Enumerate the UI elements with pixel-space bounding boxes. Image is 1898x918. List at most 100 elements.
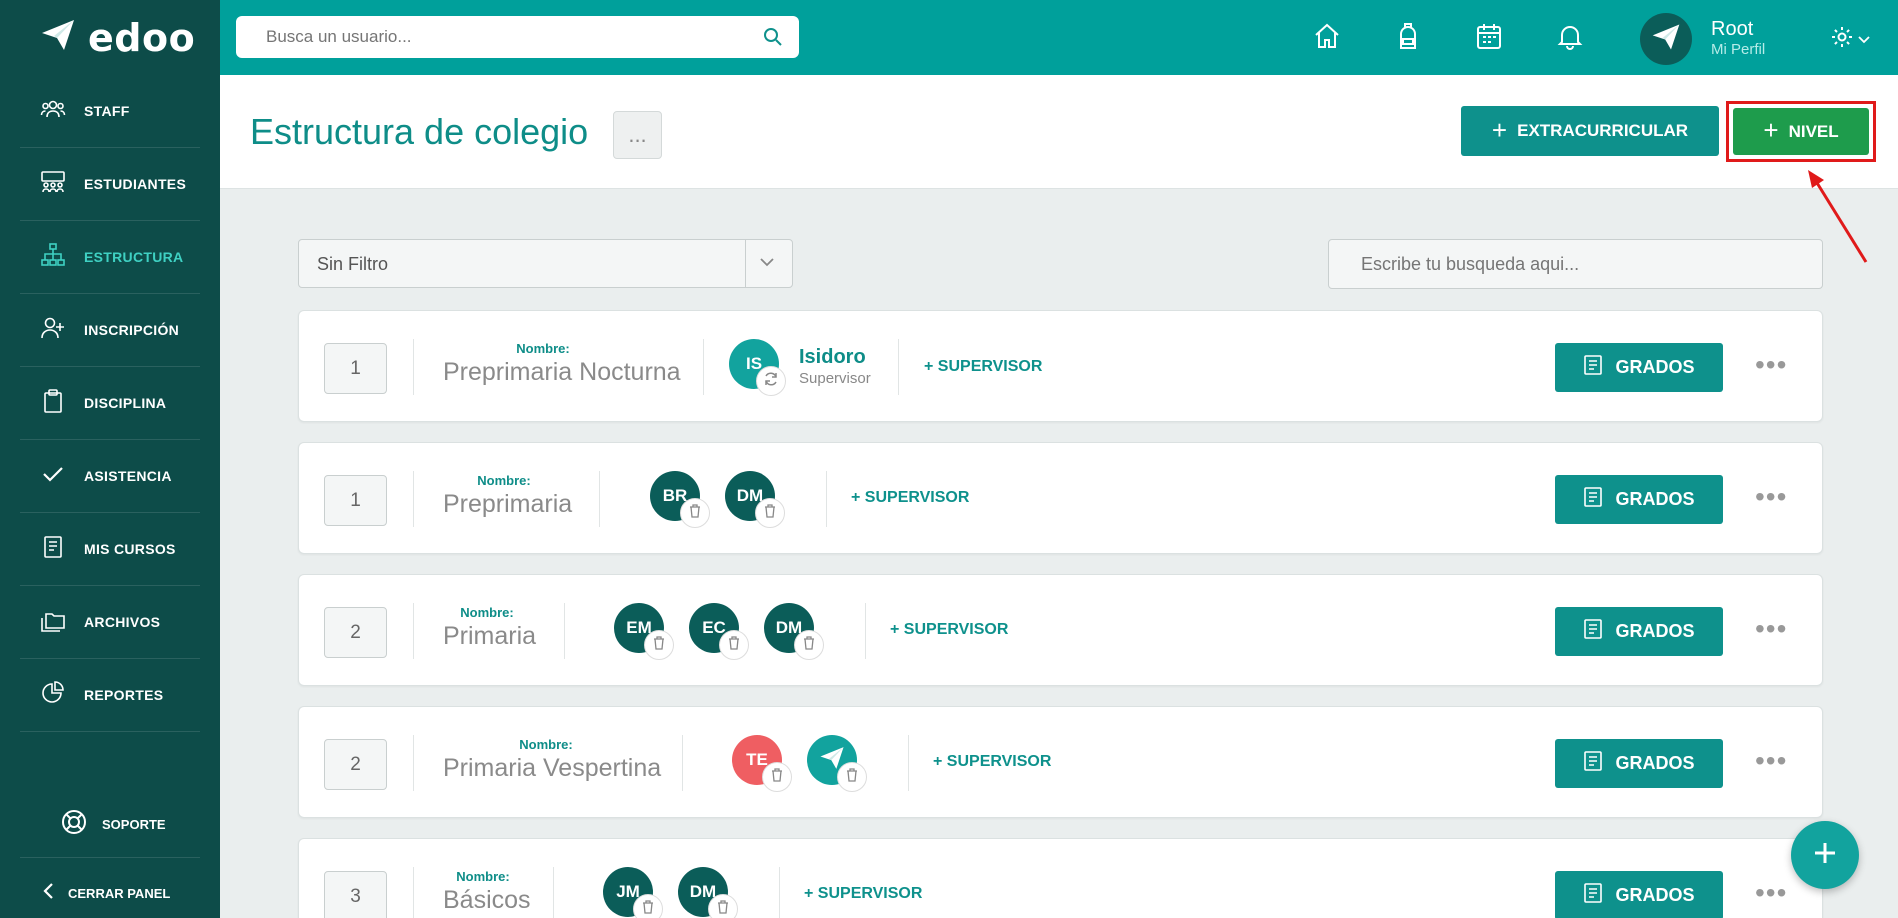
- level-order-input[interactable]: 2: [324, 739, 387, 790]
- delete-supervisor-button[interactable]: [708, 894, 738, 918]
- level-more-options[interactable]: •••: [1755, 615, 1787, 643]
- delete-supervisor-button[interactable]: [794, 630, 824, 660]
- structure-icon: [40, 242, 66, 273]
- divider: [865, 603, 866, 659]
- sidebar-item-staff[interactable]: STAFF: [20, 75, 200, 148]
- students-icon: [40, 169, 66, 200]
- ellipsis-icon: •••: [1755, 877, 1788, 908]
- sidebar-item-label: ARCHIVOS: [84, 614, 161, 630]
- ellipsis-icon: ...: [628, 122, 647, 147]
- close-panel-label: CERRAR PANEL: [68, 886, 171, 901]
- more-options-button[interactable]: ...: [613, 111, 662, 159]
- add-supervisor-button[interactable]: + SUPERVISOR: [924, 358, 1042, 376]
- level-card: 2 Nombre: Primaria Vespertina TE + SUPER…: [298, 706, 1823, 818]
- floating-add-button[interactable]: [1791, 821, 1859, 889]
- name-label: Nombre:: [477, 473, 531, 488]
- delete-supervisor-button[interactable]: [837, 762, 867, 792]
- add-supervisor-button[interactable]: + SUPERVISOR: [851, 489, 969, 507]
- add-supervisor-button[interactable]: + SUPERVISOR: [933, 753, 1051, 771]
- level-order-input[interactable]: 3: [324, 871, 387, 918]
- calendar-icon[interactable]: [1475, 22, 1503, 55]
- sidebar-item-label: MIS CURSOS: [84, 541, 176, 557]
- level-more-options[interactable]: •••: [1755, 483, 1787, 511]
- sidebar-item-label: INSCRIPCIÓN: [84, 322, 180, 338]
- delete-supervisor-button[interactable]: [680, 498, 710, 528]
- top-bar: Root Mi Perfil: [220, 0, 1898, 75]
- name-label: Nombre:: [460, 605, 514, 620]
- trash-icon: [846, 767, 858, 787]
- select-divider: [745, 240, 746, 287]
- sidebar-item-disciplina[interactable]: DISCIPLINA: [20, 367, 200, 440]
- sidebar-item-asistencia[interactable]: ASISTENCIA: [20, 440, 200, 513]
- level-name: Primaria: [443, 622, 537, 650]
- sidebar-item-label: STAFF: [84, 103, 130, 119]
- book-icon: [1583, 486, 1603, 513]
- divider: [413, 735, 414, 791]
- trash-icon: [803, 635, 815, 655]
- grados-button[interactable]: GRADOS: [1555, 607, 1723, 656]
- add-extracurricular-button[interactable]: + EXTRACURRICULAR: [1461, 106, 1719, 156]
- profile-avatar[interactable]: [1640, 13, 1692, 65]
- grados-button[interactable]: GRADOS: [1555, 739, 1723, 788]
- sidebar-item-archivos[interactable]: ARCHIVOS: [20, 586, 200, 659]
- delete-supervisor-button[interactable]: [719, 630, 749, 660]
- divider: [599, 471, 600, 527]
- sidebar-item-label: ESTUDIANTES: [84, 176, 187, 192]
- level-search-input[interactable]: [1361, 253, 1781, 275]
- divider: [908, 735, 909, 791]
- level-more-options[interactable]: •••: [1755, 351, 1787, 379]
- search-icon[interactable]: [763, 27, 783, 52]
- staff-icon: [40, 96, 66, 127]
- sidebar-item-inscripcion[interactable]: INSCRIPCIÓN: [20, 294, 200, 367]
- supervisor-name[interactable]: Isidoro: [799, 346, 866, 369]
- grados-button[interactable]: GRADOS: [1555, 343, 1723, 392]
- divider: [413, 867, 414, 918]
- grados-button[interactable]: GRADOS: [1555, 871, 1723, 918]
- delete-supervisor-button[interactable]: [644, 630, 674, 660]
- backpack-icon[interactable]: [1394, 22, 1422, 55]
- user-search-input[interactable]: [266, 27, 746, 47]
- trash-icon: [653, 635, 665, 655]
- ellipsis-icon: •••: [1755, 349, 1788, 380]
- name-label: Nombre:: [456, 869, 510, 884]
- level-card: 2 Nombre: Primaria EM EC DM + SUPERVISOR…: [298, 574, 1823, 686]
- user-name[interactable]: Root: [1711, 18, 1753, 41]
- level-order-input[interactable]: 1: [324, 475, 387, 526]
- sidebar-item-mis-cursos[interactable]: MIS CURSOS: [20, 513, 200, 586]
- book-icon: [40, 534, 66, 565]
- check-icon: [40, 461, 66, 492]
- delete-supervisor-button[interactable]: [633, 894, 663, 918]
- delete-supervisor-button[interactable]: [755, 498, 785, 528]
- grados-button[interactable]: GRADOS: [1555, 475, 1723, 524]
- home-icon[interactable]: [1313, 22, 1341, 55]
- level-more-options[interactable]: •••: [1755, 879, 1787, 907]
- delete-supervisor-button[interactable]: [762, 762, 792, 792]
- close-panel-button[interactable]: CERRAR PANEL: [42, 882, 170, 905]
- settings-menu[interactable]: [1830, 25, 1870, 54]
- add-supervisor-button[interactable]: + SUPERVISOR: [890, 621, 1008, 639]
- sidebar-item-label: REPORTES: [84, 687, 164, 703]
- support-link[interactable]: SOPORTE: [60, 808, 166, 841]
- grados-label: GRADOS: [1615, 489, 1695, 509]
- sidebar-item-estructura[interactable]: ESTRUCTURA: [20, 221, 200, 294]
- ellipsis-icon: •••: [1755, 745, 1788, 776]
- sidebar-item-label: DISCIPLINA: [84, 395, 167, 411]
- add-nivel-button[interactable]: + NIVEL: [1733, 108, 1869, 155]
- filter-select-value: Sin Filtro: [317, 254, 389, 274]
- level-order-input[interactable]: 2: [324, 607, 387, 658]
- swap-supervisor-button[interactable]: [756, 366, 786, 396]
- divider: [826, 471, 827, 527]
- level-name: Primaria Vespertina: [443, 754, 662, 782]
- filter-select[interactable]: Sin Filtro: [298, 239, 793, 288]
- logo[interactable]: edoo: [0, 0, 220, 75]
- sidebar-item-reportes[interactable]: REPORTES: [20, 659, 200, 732]
- grados-label: GRADOS: [1615, 357, 1695, 377]
- level-name: Básicos: [443, 886, 531, 914]
- level-order-input[interactable]: 1: [324, 343, 387, 394]
- bell-icon[interactable]: [1556, 22, 1584, 55]
- sidebar-item-estudiantes[interactable]: ESTUDIANTES: [20, 148, 200, 221]
- level-more-options[interactable]: •••: [1755, 747, 1787, 775]
- name-label: Nombre:: [516, 341, 570, 356]
- my-profile-link[interactable]: Mi Perfil: [1711, 41, 1765, 58]
- add-supervisor-button[interactable]: + SUPERVISOR: [804, 885, 922, 903]
